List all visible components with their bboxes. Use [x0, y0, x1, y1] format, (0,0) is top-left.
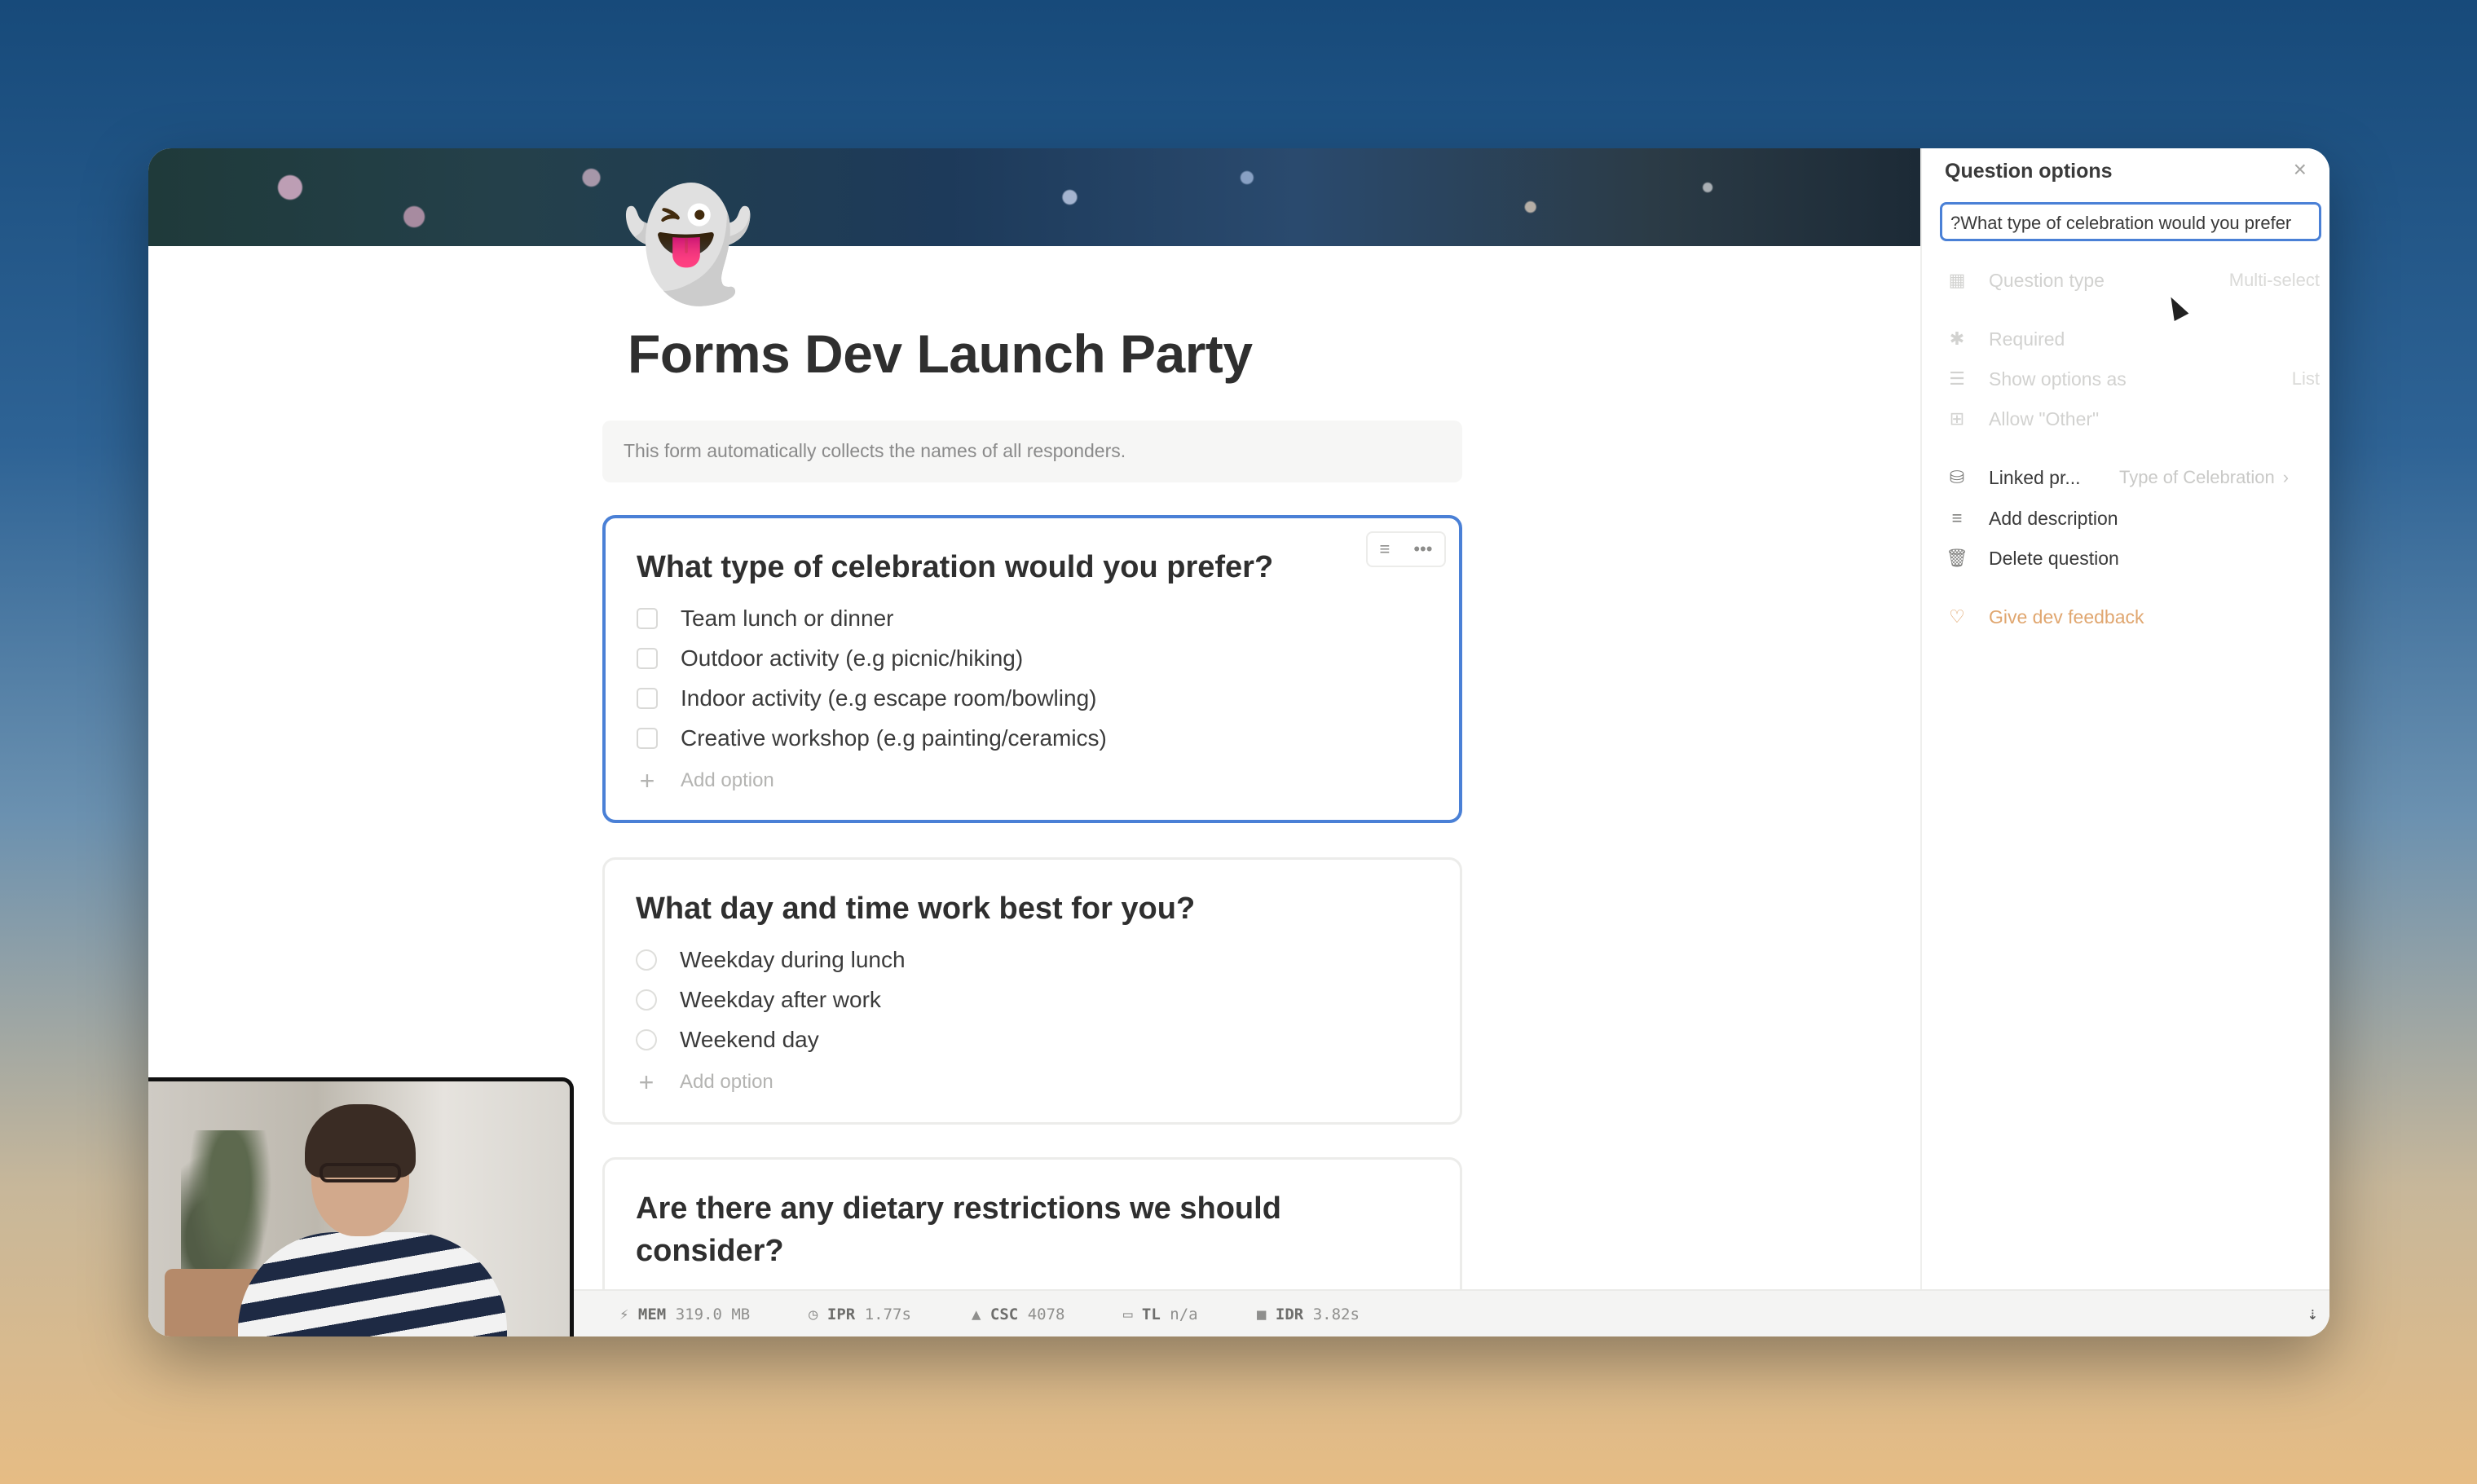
question-title-input[interactable]: What type of celebration would you prefe… — [1940, 202, 2321, 241]
option-item[interactable]: Weekday after work — [636, 980, 1429, 1019]
description-icon: ≡ — [1951, 508, 1963, 528]
heart-icon: ♡ — [1949, 606, 1965, 627]
option-label: Creative workshop (e.g painting/ceramics… — [681, 724, 1107, 751]
delete-question-row[interactable]: 🗑 Delete question — [1945, 542, 2320, 575]
app-window: 👻 Forms Dev Launch Party This form autom… — [148, 148, 2329, 1336]
cover-image — [148, 148, 1920, 246]
grid-icon: ▦ — [1948, 270, 1966, 290]
option-item[interactable]: Weekend day — [636, 1019, 1429, 1059]
radio-button[interactable] — [636, 989, 657, 1011]
option-item[interactable]: Indoor activity (e.g escape room/bowling… — [637, 678, 1428, 718]
checkbox[interactable] — [637, 607, 658, 629]
option-item[interactable]: Team lunch or dinner — [637, 598, 1428, 638]
option-label: Indoor activity (e.g escape room/bowling… — [681, 685, 1097, 711]
show-options-value: List — [2291, 368, 2320, 389]
add-option-label: Add option — [681, 769, 774, 791]
square-icon: ■ — [1257, 1306, 1267, 1323]
responder-notice: This form automatically collects the nam… — [602, 421, 1462, 482]
question-type-row[interactable]: ▦ Question type Multi-select — [1945, 264, 2320, 297]
more-dots-icon[interactable]: ••• — [1413, 539, 1432, 560]
csc-stat: ▲ CSC 4078 — [972, 1306, 1065, 1323]
card-toolbar: ≡ ••• — [1366, 531, 1446, 567]
question-title[interactable]: What type of celebration would you prefe… — [637, 546, 1428, 588]
ghost-icon[interactable]: 👻 — [621, 191, 755, 298]
asterisk-icon: ✱ — [1949, 328, 1965, 349]
question-title[interactable]: Are there any dietary restrictions we sh… — [636, 1187, 1429, 1272]
radio-button[interactable] — [636, 1028, 657, 1050]
give-feedback-row[interactable]: ♡ Give dev feedback — [1945, 601, 2320, 633]
close-icon[interactable]: × — [2294, 156, 2307, 183]
webcam-overlay — [148, 1077, 574, 1336]
panel-title: Question options — [1945, 160, 2113, 183]
question-type-value: Multi-select — [2228, 270, 2320, 290]
plus-icon: + — [638, 1067, 655, 1097]
person-glasses — [320, 1163, 401, 1182]
linked-property-row[interactable]: ⛁ Linked pr... Type of Celebration › — [1945, 461, 2320, 494]
option-label: Weekday after work — [680, 986, 881, 1012]
question-title[interactable]: What day and time work best for you? — [636, 887, 1429, 930]
plus-square-icon: ⊞ — [1949, 408, 1965, 429]
pin-icon[interactable]: ⇣ — [2307, 1304, 2318, 1324]
option-label: Team lunch or dinner — [681, 605, 894, 631]
question-options-panel: Question options × What type of celebrat… — [1920, 148, 2329, 1289]
add-option-label: Add option — [680, 1071, 774, 1093]
question-card-celebration[interactable]: ≡ ••• What type of celebration would you… — [602, 515, 1462, 823]
database-icon: ⛁ — [1949, 467, 1965, 487]
add-description-row[interactable]: ≡ Add description — [1945, 502, 2320, 535]
mem-stat: ⚡ MEM 319.0 MB — [619, 1306, 751, 1323]
checkbox[interactable] — [637, 687, 658, 709]
option-item[interactable]: Creative workshop (e.g painting/ceramics… — [637, 718, 1428, 758]
radio-button[interactable] — [636, 949, 657, 971]
chevron-right-icon: › — [2282, 467, 2290, 487]
checkbox[interactable] — [637, 647, 658, 669]
add-option-button[interactable]: + Add option — [637, 758, 1428, 804]
page-title[interactable]: Forms Dev Launch Party — [628, 323, 1253, 385]
ipr-stat: ◷ IPR 1.77s — [809, 1306, 911, 1323]
add-option-button[interactable]: + Add option — [636, 1059, 1429, 1105]
idr-stat: ■ IDR 3.82s — [1257, 1306, 1360, 1323]
option-label: Weekend day — [680, 1026, 819, 1052]
option-label: Outdoor activity (e.g picnic/hiking) — [681, 645, 1024, 671]
tl-stat: ▭ TL n/a — [1123, 1306, 1198, 1323]
triangle-icon: ▲ — [972, 1306, 981, 1323]
option-label: Weekday during lunch — [680, 946, 906, 972]
memory-icon: ⚡ — [619, 1306, 629, 1323]
tl-icon: ▭ — [1123, 1306, 1133, 1323]
allow-other-row[interactable]: ⊞ Allow "Other" — [1945, 403, 2320, 435]
edit-lines-icon[interactable]: ≡ — [1380, 539, 1391, 560]
option-item[interactable]: Weekday during lunch — [636, 940, 1429, 980]
show-options-row[interactable]: ☰ Show options as List — [1945, 363, 2320, 395]
clock-icon: ◷ — [809, 1306, 818, 1323]
linked-property-value: Type of Celebration — [2119, 467, 2275, 487]
checkbox[interactable] — [637, 727, 658, 749]
list-icon: ☰ — [1949, 368, 1965, 389]
trash-icon: 🗑 — [1946, 548, 1968, 568]
question-card-day-time[interactable]: What day and time work best for you? Wee… — [602, 857, 1462, 1125]
plus-icon: + — [639, 765, 655, 795]
option-item[interactable]: Outdoor activity (e.g picnic/hiking) — [637, 638, 1428, 678]
required-row[interactable]: ✱ Required — [1945, 323, 2320, 355]
